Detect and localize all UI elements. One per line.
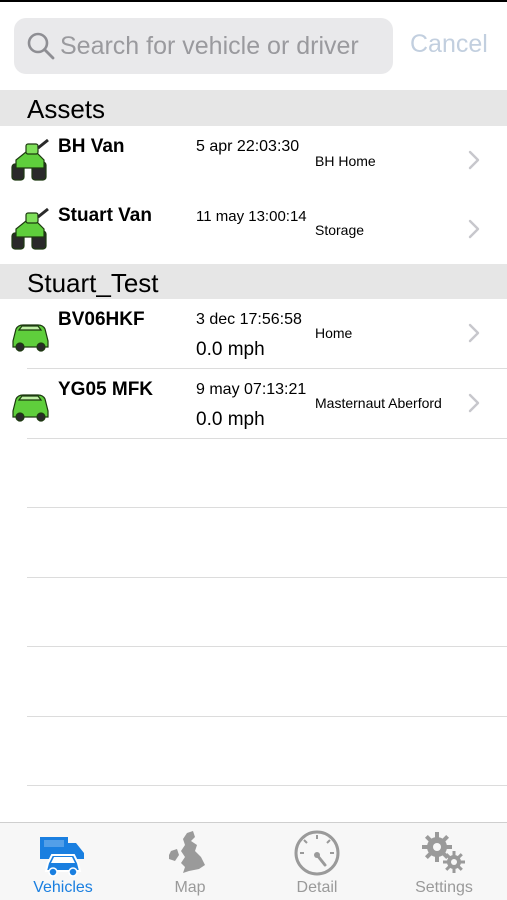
tab-settings[interactable]: Settings bbox=[381, 823, 507, 900]
vehicle-name: Stuart Van bbox=[58, 205, 152, 226]
section-title: Assets bbox=[27, 94, 106, 124]
cancel-button[interactable]: Cancel bbox=[410, 30, 488, 59]
row-divider bbox=[27, 438, 507, 439]
search-field[interactable] bbox=[14, 18, 393, 74]
empty-row-divider bbox=[27, 646, 507, 647]
gears-icon bbox=[422, 832, 465, 873]
tab-detail[interactable]: Detail bbox=[254, 823, 380, 900]
last-update-time: 9 may 07:13:21 bbox=[196, 381, 307, 398]
vehicle-name: BH Van bbox=[58, 136, 125, 157]
section-header-assets: Assets bbox=[0, 90, 507, 126]
location-label: BH Home bbox=[315, 153, 376, 169]
last-update-time: 5 apr 22:03:30 bbox=[196, 138, 300, 155]
search-icon bbox=[27, 32, 55, 60]
uk-map-icon bbox=[169, 831, 205, 873]
location-label: Masternaut Aberford bbox=[315, 395, 442, 411]
tab-vehicles[interactable]: Vehicles bbox=[0, 823, 126, 900]
tab-bar: Vehicles Map Detail Settings bbox=[0, 822, 507, 900]
empty-row-divider bbox=[27, 507, 507, 508]
chevron-right-icon bbox=[468, 393, 480, 413]
search-bar: Cancel bbox=[0, 2, 507, 88]
section-header-stuart-test: Stuart_Test bbox=[0, 264, 507, 300]
vehicle-name: YG05 MFK bbox=[58, 379, 154, 400]
location-label: Home bbox=[315, 325, 353, 341]
tab-label: Vehicles bbox=[33, 879, 93, 896]
last-update-time: 11 may 13:00:14 bbox=[196, 208, 307, 225]
tractor-icon bbox=[11, 138, 49, 181]
section-title: Stuart_Test bbox=[27, 268, 159, 298]
chevron-right-icon bbox=[468, 150, 480, 170]
speedometer-icon bbox=[294, 830, 340, 876]
car-icon bbox=[12, 324, 49, 352]
tab-label: Detail bbox=[296, 879, 338, 896]
car-icon bbox=[12, 394, 49, 422]
tab-map[interactable]: Map bbox=[127, 823, 253, 900]
location-label: Storage bbox=[315, 222, 365, 238]
list-item[interactable]: BH Van 5 apr 22:03:30 BH Home bbox=[0, 126, 507, 196]
tab-label: Settings bbox=[415, 879, 473, 896]
empty-row-divider bbox=[27, 577, 507, 578]
last-update-time: 3 dec 17:56:58 bbox=[196, 311, 302, 328]
chevron-right-icon bbox=[468, 323, 480, 343]
vehicle-name: BV06HKF bbox=[58, 309, 145, 330]
speed-label: 0.0 mph bbox=[196, 409, 265, 430]
empty-row-divider bbox=[27, 785, 507, 786]
vehicles-icon bbox=[40, 837, 84, 877]
search-input[interactable] bbox=[60, 18, 390, 74]
tab-label: Map bbox=[174, 879, 206, 896]
list-item[interactable]: BV06HKF 3 dec 17:56:58 0.0 mph Home bbox=[0, 299, 507, 369]
tractor-icon bbox=[11, 207, 49, 250]
speed-label: 0.0 mph bbox=[196, 339, 265, 360]
empty-row-divider bbox=[27, 716, 507, 717]
list-item[interactable]: Stuart Van 11 may 13:00:14 Storage bbox=[0, 195, 507, 265]
list-item[interactable]: YG05 MFK 9 may 07:13:21 0.0 mph Masterna… bbox=[0, 369, 507, 439]
chevron-right-icon bbox=[468, 219, 480, 239]
